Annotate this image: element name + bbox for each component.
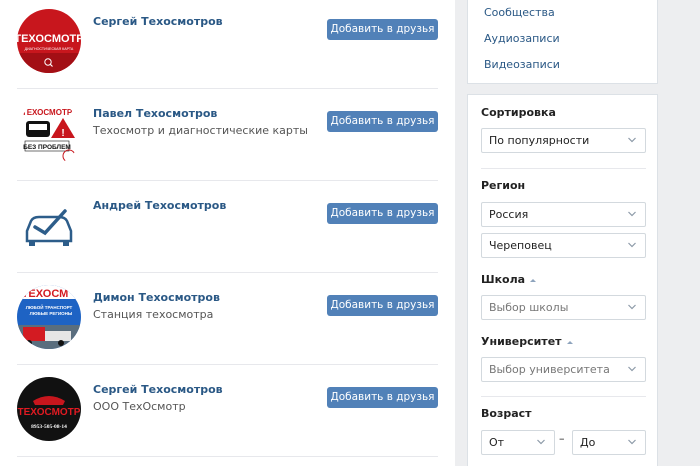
chevron-down-icon (628, 137, 636, 143)
age-from-select[interactable]: От (481, 430, 555, 455)
divider (481, 168, 646, 169)
avatar[interactable] (17, 193, 81, 257)
people-results-list: ТЕХОСМОТР ДИАГНОСТИЧЕСКАЯ КАРТА Сергей Т… (0, 0, 455, 466)
school-placeholder: Выбор школы (489, 301, 569, 314)
avatar-image: ТЕХОСМ ЛЮБОЙ ТРАНСПОРТ ЛЮБЫЕ РЕГИОНЫ (17, 285, 81, 349)
add-friend-button[interactable]: Добавить в друзья (327, 19, 438, 40)
avatar[interactable]: ТЕХОСМОТР ! БЕЗ ПРОБЛЕМ (17, 101, 81, 165)
list-item: ТЕХОСМ ЛЮБОЙ ТРАНСПОРТ ЛЮБЫЕ РЕГИОНЫ Дим… (0, 276, 455, 368)
avatar-text: ТЕХОСМ (22, 288, 69, 300)
person-name[interactable]: Павел Техосмотров (93, 107, 217, 120)
search-filters-box: Сортировка По популярности Регион Россия… (467, 94, 658, 466)
person-name[interactable]: Андрей Техосмотров (93, 199, 226, 212)
school-select[interactable]: Выбор школы (481, 295, 646, 320)
person-name[interactable]: Сергей Техосмотров (93, 383, 223, 396)
university-select[interactable]: Выбор университета (481, 357, 646, 382)
add-friend-button[interactable]: Добавить в друзья (327, 111, 438, 132)
city-value: Череповец (489, 239, 552, 252)
chevron-down-icon (628, 211, 636, 217)
sort-label: Сортировка (481, 106, 556, 119)
avatar-image: ТЕХОСМОТР ! БЕЗ ПРОБЛЕМ (17, 101, 81, 165)
list-item: ТЕХОСМОТР ! БЕЗ ПРОБЛЕМ Павел Техосмотро… (0, 92, 455, 184)
add-friend-button[interactable]: Добавить в друзья (327, 295, 438, 316)
avatar-text: ТЕХОСМОТР (18, 407, 81, 418)
section-link-communities[interactable]: Сообщества (484, 6, 555, 19)
add-friend-button[interactable]: Добавить в друзья (327, 203, 438, 224)
avatar[interactable]: ТЕХОСМ ЛЮБОЙ ТРАНСПОРТ ЛЮБЫЕ РЕГИОНЫ (17, 285, 81, 349)
sort-value: По популярности (489, 134, 590, 147)
country-select[interactable]: Россия (481, 202, 646, 227)
avatar-subtext: ЛЮБЫЕ РЕГИОНЫ (30, 311, 73, 316)
divider (17, 272, 438, 273)
car-icon (26, 121, 50, 137)
person-name[interactable]: Сергей Техосмотров (93, 15, 223, 28)
university-label: Университет (481, 335, 562, 348)
age-from-value: От (489, 436, 505, 449)
avatar-subtext: ДИАГНОСТИЧЕСКАЯ КАРТА (25, 47, 74, 51)
list-item: ТЕХОСМОТР 8953-505-08-14 Сергей Техосмот… (0, 368, 455, 460)
chevron-down-icon (628, 304, 636, 310)
svg-text:!: ! (61, 128, 64, 139)
avatar-image: ТЕХОСМОТР 8953-505-08-14 (17, 377, 81, 441)
school-toggle[interactable]: Школа (481, 273, 537, 286)
person-subtitle: Станция техосмотра (93, 308, 214, 321)
age-label: Возраст (481, 407, 532, 420)
person-subtitle: Техосмотр и диагностические карты (93, 124, 308, 137)
divider (17, 364, 438, 365)
sort-select[interactable]: По популярности (481, 128, 646, 153)
divider (17, 88, 438, 89)
person-name[interactable]: Димон Техосмотров (93, 291, 220, 304)
city-select[interactable]: Череповец (481, 233, 646, 258)
caret-up-icon (530, 278, 537, 282)
search-sections-box: Сообщества Аудиозаписи Видеозаписи (467, 0, 658, 84)
avatar-text: ТЕХОСМОТР (22, 108, 73, 117)
section-link-video[interactable]: Видеозаписи (484, 58, 560, 71)
list-item: ТЕХОСМОТР ДИАГНОСТИЧЕСКАЯ КАРТА Сергей Т… (0, 0, 455, 92)
country-value: Россия (489, 208, 529, 221)
divider (17, 180, 438, 181)
age-to-select[interactable]: До (572, 430, 646, 455)
caret-up-icon (566, 340, 573, 344)
university-placeholder: Выбор университета (489, 363, 610, 376)
avatar[interactable]: ТЕХОСМОТР 8953-505-08-14 (17, 377, 81, 441)
avatar-image (17, 193, 81, 257)
avatar-text: ТЕХОСМОТР (17, 33, 81, 45)
list-item: Андрей Техосмотров Добавить в друзья (0, 184, 455, 276)
divider (481, 396, 646, 397)
age-to-value: До (580, 436, 596, 449)
region-label: Регион (481, 179, 526, 192)
chevron-down-icon (537, 439, 545, 445)
avatar-subtext: БЕЗ ПРОБЛЕМ (23, 144, 71, 151)
avatar-subtext: 8953-505-08-14 (31, 424, 67, 430)
avatar-subtext: ЛЮБОЙ ТРАНСПОРТ (26, 303, 73, 310)
school-label: Школа (481, 273, 526, 286)
chevron-down-icon (628, 366, 636, 372)
university-toggle[interactable]: Университет (481, 335, 573, 348)
chevron-down-icon (628, 242, 636, 248)
divider (17, 456, 438, 457)
person-subtitle: ООО ТехОсмотр (93, 400, 186, 413)
add-friend-button[interactable]: Добавить в друзья (327, 387, 438, 408)
chevron-down-icon (628, 439, 636, 445)
avatar-image: ТЕХОСМОТР ДИАГНОСТИЧЕСКАЯ КАРТА (17, 9, 81, 73)
section-link-audio[interactable]: Аудиозаписи (484, 32, 560, 45)
age-range-dash: – (559, 432, 565, 445)
avatar[interactable]: ТЕХОСМОТР ДИАГНОСТИЧЕСКАЯ КАРТА (17, 9, 81, 73)
